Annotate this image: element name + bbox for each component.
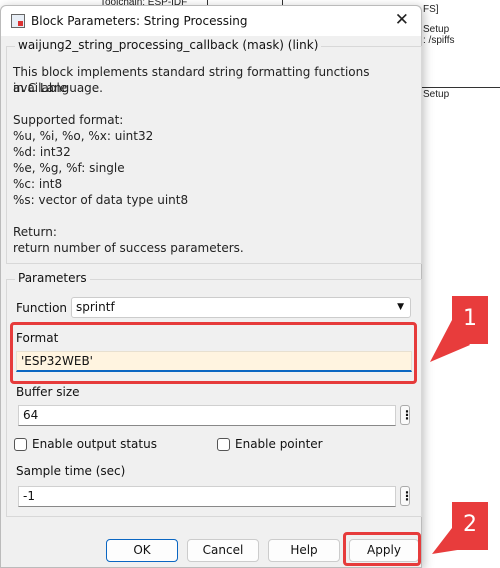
callout-pointers bbox=[430, 320, 470, 554]
callout-1: 1 bbox=[452, 296, 488, 344]
callout-2: 2 bbox=[452, 502, 488, 550]
